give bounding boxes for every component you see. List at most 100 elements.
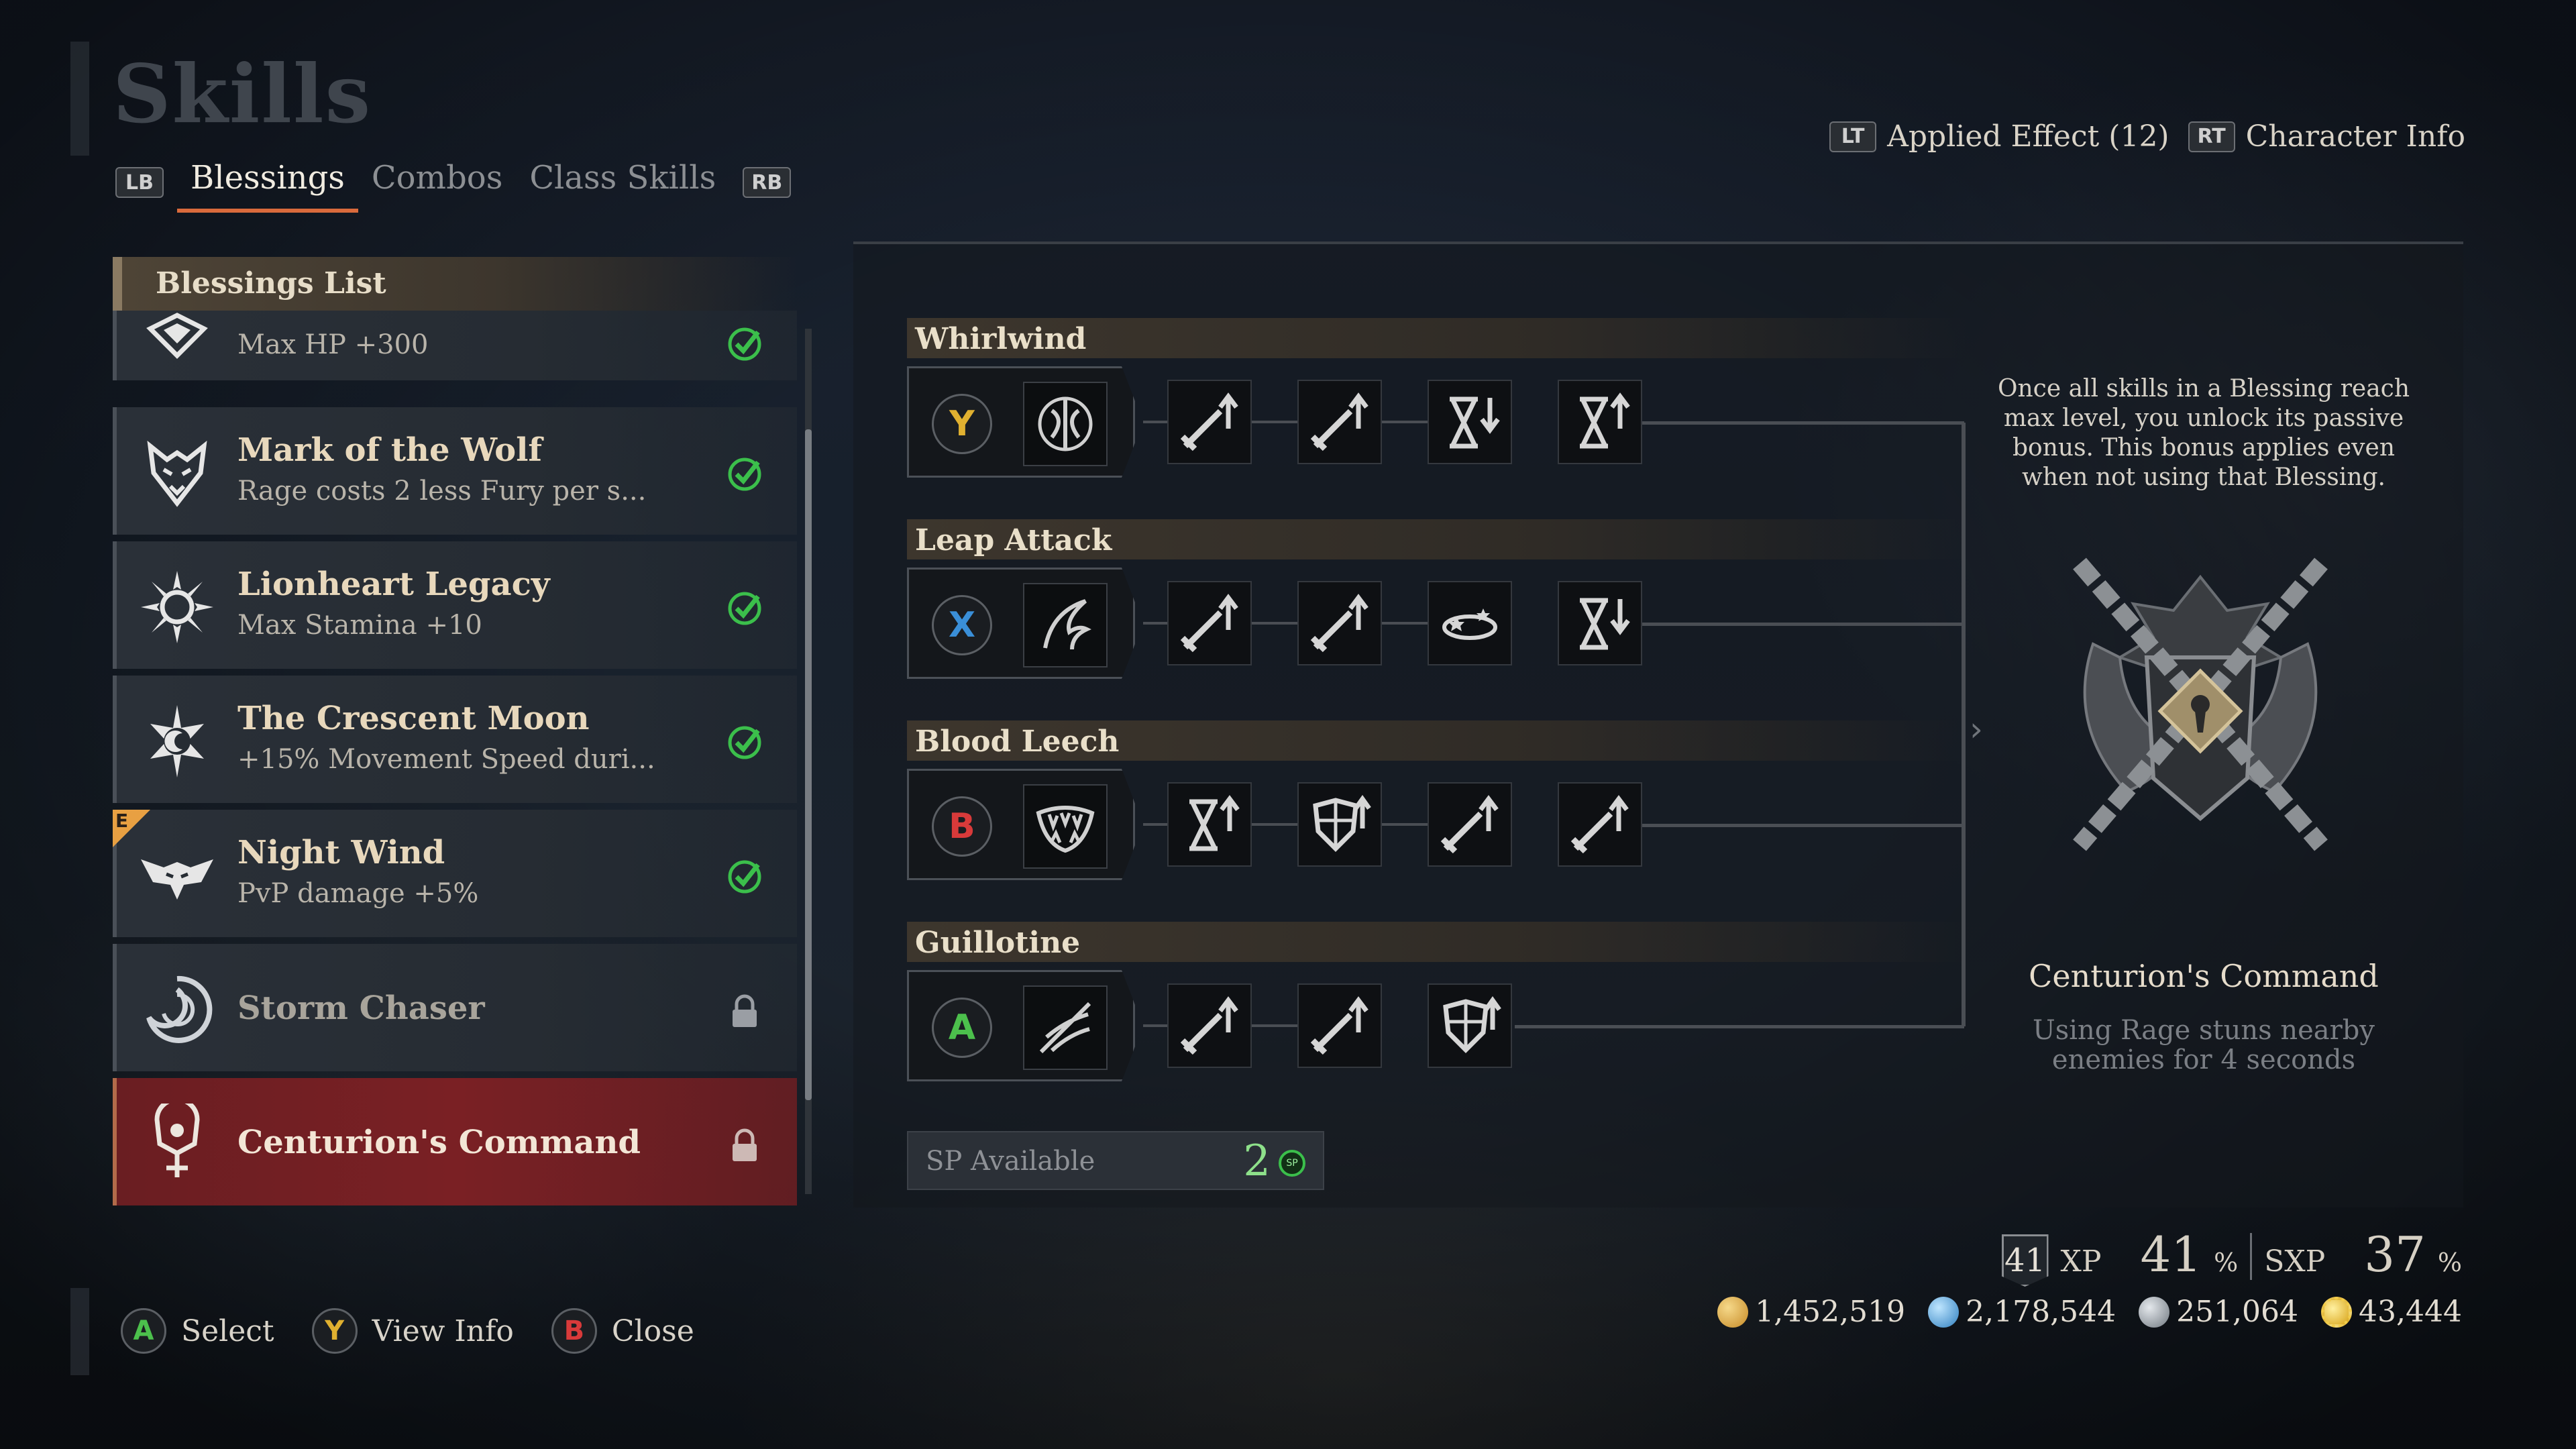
skill-title-bar: Blood Leech [907, 720, 1967, 761]
b-button-glyph: B [551, 1308, 597, 1354]
storm-emblem-icon [137, 969, 217, 1050]
sword-up-icon[interactable] [1428, 782, 1512, 867]
blessing-desc: Rage costs 2 less Fury per s... [237, 476, 647, 506]
blue-shard-icon [1928, 1296, 1960, 1328]
bonus-info-text: Once all skills in a Blessing reach max … [1997, 375, 2410, 491]
view-info-label: View Info [372, 1313, 514, 1348]
guillotine-slash-icon [1023, 985, 1108, 1070]
sword-up-icon[interactable] [1167, 581, 1252, 665]
sun-emblem-icon [137, 567, 217, 647]
sword-up-icon[interactable] [1558, 782, 1642, 867]
leap-claw-icon [1023, 583, 1108, 667]
skill-starter[interactable]: X [907, 568, 1135, 679]
rt-button[interactable]: RT [2188, 121, 2235, 152]
view-info-action[interactable]: Y View Info [311, 1308, 514, 1354]
list-item[interactable]: Lionheart Legacy Max Stamina +10 [113, 541, 797, 669]
list-item[interactable]: Mark of the Wolf Rage costs 2 less Fury … [113, 407, 797, 535]
currency-value: 2,178,544 [1966, 1295, 2116, 1329]
blessing-name: Night Wind [237, 834, 445, 871]
blessing-desc: Max HP +300 [237, 329, 429, 360]
list-item-selected[interactable]: Centurion's Command [113, 1078, 797, 1205]
tab-blessings[interactable]: Blessings [177, 159, 358, 213]
x-button-glyph: X [932, 595, 992, 655]
sword-up-icon[interactable] [1297, 581, 1382, 665]
level-badge: 41 [2001, 1234, 2049, 1287]
blessing-name: The Crescent Moon [237, 700, 590, 737]
close-label: Close [611, 1313, 694, 1348]
skill-name: Guillotine [915, 926, 1081, 960]
blessing-desc: +15% Movement Speed duri... [237, 744, 655, 775]
skill-title-bar: Whirlwind [907, 318, 1967, 358]
currency-value: 43,444 [2359, 1295, 2462, 1329]
bat-emblem-icon [137, 835, 217, 916]
top-right-actions: LT Applied Effect (12) RT Character Info [1829, 119, 2465, 154]
list-item[interactable]: E Night Wind PvP damage +5% [113, 810, 797, 937]
new-badge-label: E [115, 810, 129, 832]
blessing-name: Lionheart Legacy [237, 566, 550, 603]
sword-up-icon[interactable] [1297, 983, 1382, 1068]
currency-item: 251,064 [2139, 1295, 2298, 1329]
shield-up-icon[interactable] [1428, 983, 1512, 1068]
hourglass-down-icon[interactable] [1558, 581, 1642, 665]
shield-up-icon[interactable] [1297, 782, 1382, 867]
sp-token-icon: SP [1279, 1150, 1305, 1177]
skill-starter[interactable]: Y [907, 366, 1135, 478]
hourglass-up-icon[interactable] [1167, 782, 1252, 867]
list-scroll-thumb[interactable] [805, 429, 812, 1100]
skill-starter[interactable]: A [907, 970, 1135, 1081]
skill-name: Whirlwind [915, 322, 1087, 356]
y-button-glyph: Y [932, 394, 992, 454]
a-button-glyph: A [932, 998, 992, 1058]
list-item[interactable]: Max HP +300 [113, 311, 797, 380]
applied-effect-action[interactable]: LT Applied Effect (12) [1829, 119, 2169, 154]
lock-icon [733, 1128, 757, 1161]
blessing-name: Centurion's Command [237, 1124, 641, 1161]
stun-stars-icon[interactable] [1428, 581, 1512, 665]
check-icon [728, 860, 761, 894]
xp-label: XP [2060, 1244, 2102, 1279]
xp-percent-sign: % [2214, 1248, 2239, 1277]
tab-combos[interactable]: Combos [372, 159, 502, 206]
skill-row-blood-leech: B [907, 769, 1967, 880]
character-info-action[interactable]: RT Character Info [2188, 119, 2465, 154]
silver-ore-icon [2139, 1296, 2170, 1328]
sxp-label: SXP [2264, 1244, 2326, 1279]
blessing-desc: Max Stamina +10 [237, 610, 482, 641]
xp-value: 41 [2140, 1226, 2202, 1283]
sp-value: 2 [1243, 1136, 1271, 1186]
sp-label: SP Available [926, 1146, 1095, 1177]
hourglass-up-icon[interactable] [1558, 380, 1642, 464]
footer-accent-bar [70, 1288, 89, 1375]
currency-value: 251,064 [2176, 1295, 2299, 1329]
bonus-name: Centurion's Command [2029, 958, 2379, 994]
wolf-emblem-icon [137, 433, 217, 513]
a-button-glyph: A [121, 1308, 166, 1354]
crown-emblem-icon [137, 311, 217, 366]
lb-button[interactable]: LB [115, 167, 164, 198]
check-icon [728, 726, 761, 759]
centurion-emblem-icon [137, 1104, 217, 1184]
hourglass-down-icon[interactable] [1428, 380, 1512, 464]
list-item[interactable]: The Crescent Moon +15% Movement Speed du… [113, 676, 797, 803]
blessings-list-header: Blessings List [113, 257, 797, 311]
skill-name: Leap Attack [915, 523, 1112, 557]
b-button-glyph: B [932, 796, 992, 857]
sword-up-icon[interactable] [1167, 380, 1252, 464]
sword-up-icon[interactable] [1297, 380, 1382, 464]
page-title: Skills [113, 47, 372, 142]
lt-button[interactable]: LT [1829, 121, 1877, 152]
skill-starter[interactable]: B [907, 769, 1135, 880]
footer-controls: A Select Y View Info B Close [121, 1308, 694, 1354]
rb-button[interactable]: RB [743, 167, 792, 198]
y-button-glyph: Y [311, 1308, 358, 1354]
list-item[interactable]: Storm Chaser [113, 944, 797, 1071]
sp-available-box: SP Available 2 SP [907, 1131, 1324, 1190]
applied-effect-label: Applied Effect (12) [1887, 119, 2169, 154]
skill-title-bar: Guillotine [907, 922, 1967, 962]
select-action[interactable]: A Select [121, 1308, 274, 1354]
skill-row-whirlwind: Y [907, 366, 1967, 478]
close-action[interactable]: B Close [551, 1308, 694, 1354]
tab-class-skills[interactable]: Class Skills [529, 159, 716, 206]
sword-up-icon[interactable] [1167, 983, 1252, 1068]
xp-summary: 41 XP 41 % SXP 37 % [2001, 1226, 2462, 1287]
